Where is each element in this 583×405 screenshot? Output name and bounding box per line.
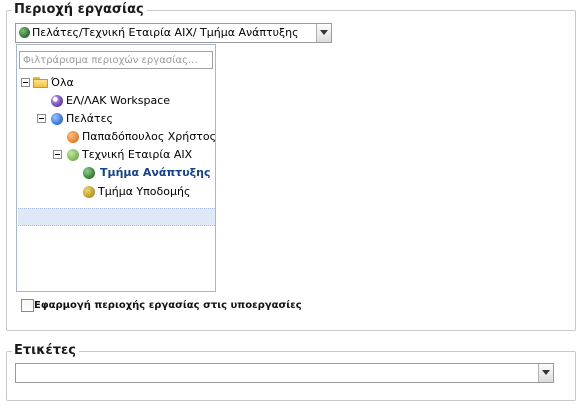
tree-node-label: Παπαδόπουλος Χρήστος — [82, 130, 217, 143]
folder-icon — [33, 77, 48, 88]
tree-node-label: Τμήμα Υποδομής — [98, 185, 191, 198]
tree-node-label: Όλα — [51, 76, 74, 89]
collapse-icon[interactable] — [37, 114, 46, 123]
tags-legend: Ετικέτες — [12, 343, 79, 359]
tags-dropdown-button[interactable] — [538, 364, 553, 382]
collapse-icon[interactable] — [21, 78, 30, 87]
tree-node-label: Τεχνική Εταιρία ΑΙΧ — [82, 148, 193, 161]
orange-circle-icon — [67, 131, 79, 143]
work-area-combo[interactable]: Πελάτες/Τεχνική Εταιρία ΑΙΧ/ Τμήμα Ανάπτ… — [15, 23, 332, 43]
lightgreen-circle-icon — [67, 149, 79, 161]
apply-subtasks-label: Εφαρμογή περιοχής εργασίας στις υποεργασ… — [34, 300, 302, 311]
tree-node-label: ΕΛ/ΛΑΚ Workspace — [66, 94, 171, 107]
green-circle-icon — [19, 27, 30, 38]
purple-circle-icon — [51, 95, 63, 107]
tree-node-label: Πελάτες — [66, 112, 114, 125]
collapse-icon[interactable] — [53, 150, 62, 159]
work-area-legend: Περιοχή εργασίας — [12, 2, 147, 18]
olive-circle-icon — [83, 186, 95, 198]
tree-selected-row-highlight — [18, 208, 215, 226]
work-area-tree-panel: Όλα ΕΛ/ΛΑΚ Workspace Πελάτες Παπαδόπουλο… — [16, 44, 216, 292]
apply-subtasks-checkbox[interactable] — [21, 299, 34, 312]
chevron-down-icon — [320, 30, 328, 35]
tree-node-label: Τμήμα Ανάπτυξης — [100, 166, 211, 179]
blue-circle-icon — [51, 113, 63, 125]
work-area-selected-value: Πελάτες/Τεχνική Εταιρία ΑΙΧ/ Τμήμα Ανάπτ… — [32, 26, 299, 39]
green-circle-icon — [83, 167, 95, 179]
work-area-dropdown-button[interactable] — [316, 24, 331, 42]
chevron-down-icon — [542, 370, 550, 375]
tags-combo[interactable] — [15, 363, 554, 383]
work-area-filter-input[interactable] — [19, 51, 213, 69]
